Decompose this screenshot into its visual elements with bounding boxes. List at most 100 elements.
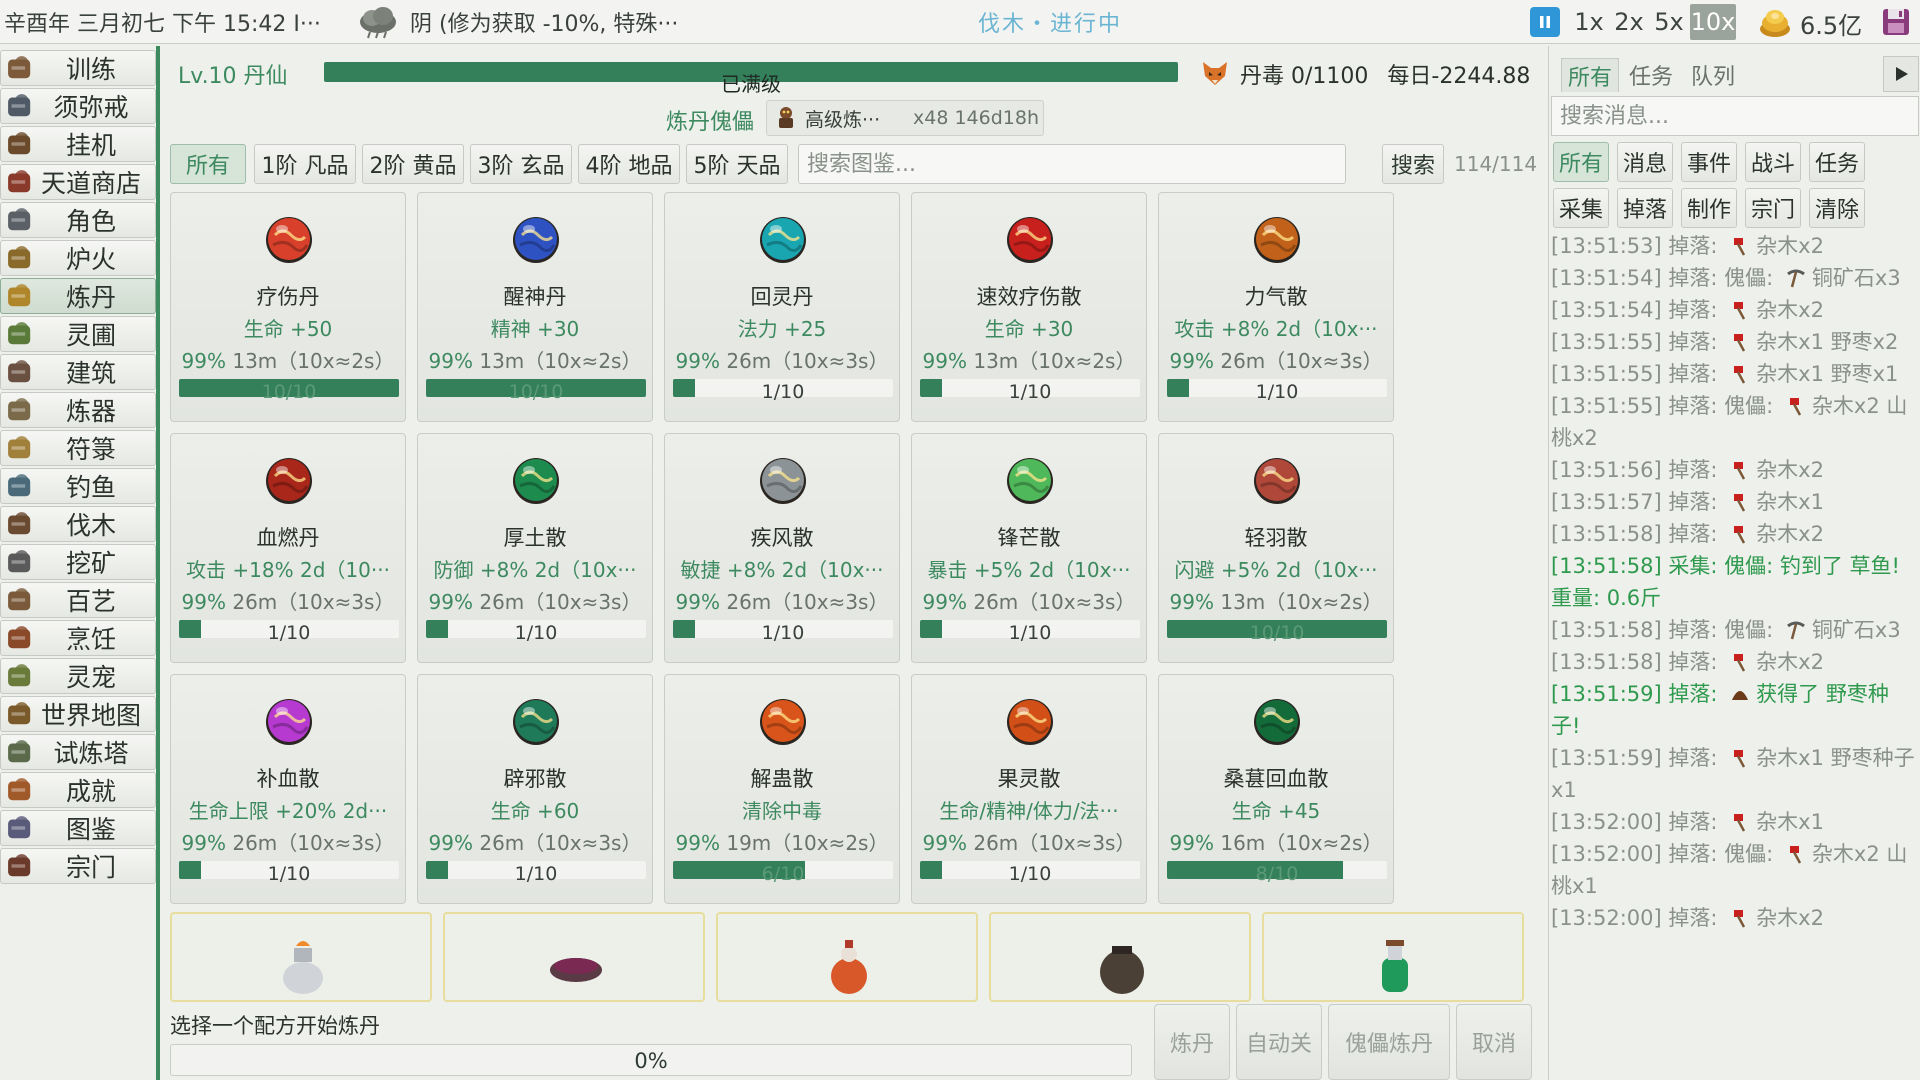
tier-tab-5[interactable]: 5阶 天品 (686, 144, 788, 184)
tier-tab-all[interactable]: 所有 (170, 144, 246, 184)
sidebar-item-5[interactable]: 炉火 (0, 240, 156, 276)
log-filter-chip[interactable]: 采集 (1553, 188, 1609, 228)
red-axe-icon (1786, 841, 1806, 864)
log-filter-chip[interactable]: 所有 (1553, 142, 1609, 182)
furnace-slot[interactable] (170, 912, 432, 1002)
log-tab-queue[interactable]: 队列 (1685, 58, 1741, 92)
cloud-icon (356, 4, 400, 40)
recipe-name: 果灵散 (997, 767, 1061, 791)
recipe-stats: 99% 13m（10x≈2s） (426, 345, 644, 374)
recipe-duration: 16m（10x≈2s） (1220, 831, 1383, 855)
recipe-card[interactable]: 疾风散 敏捷 +8% 2d（10x··· 99% 26m（10x≈3s） 1/10 (664, 433, 900, 663)
recipe-effect: 生命 +45 (1231, 799, 1321, 823)
flame-pill-icon (263, 454, 315, 506)
furnace-slot[interactable] (443, 912, 705, 1002)
sidebar-item-10[interactable]: 符箓 (0, 430, 156, 466)
recipe-search-button[interactable]: 搜索 (1382, 144, 1444, 184)
sidebar-item-14[interactable]: 百艺 (0, 582, 156, 618)
recipe-card[interactable]: 速效疗伤散 生命 +30 99% 13m（10x≈2s） 1/10 (911, 192, 1147, 422)
speed-1x-button[interactable]: 1x (1570, 4, 1608, 40)
sidebar-item-16[interactable]: 灵宠 (0, 658, 156, 694)
recipe-card[interactable]: 桑葚回血散 生命 +45 99% 16m（10x≈2s） 8/10 (1158, 674, 1394, 904)
tier-tab-4[interactable]: 4阶 地品 (578, 144, 680, 184)
recipe-search-input[interactable] (798, 144, 1346, 184)
sidebar-item-18[interactable]: 试炼塔 (0, 734, 156, 770)
sidebar-item-2[interactable]: 挂机 (0, 126, 156, 162)
log-search-input[interactable] (1551, 96, 1919, 136)
furnace-slot[interactable] (989, 912, 1251, 1002)
recipe-stats: 99% 26m（10x≈3s） (920, 586, 1138, 615)
log-filter-chip[interactable]: 宗门 (1745, 188, 1801, 228)
sidebar-item-8[interactable]: 建筑 (0, 354, 156, 390)
log-filter-chip[interactable]: 任务 (1809, 142, 1865, 182)
log-entry-text: [13:51:55] 掉落: (1551, 330, 1725, 354)
save-icon[interactable] (1880, 6, 1912, 38)
speed-10x-button[interactable]: 10x (1690, 4, 1736, 40)
sidebar-item-3[interactable]: 天道商店 (0, 164, 156, 200)
log-filter-chip[interactable]: 制作 (1681, 188, 1737, 228)
message-log-panel: 所有 任务 队列 所有消息事件战斗任务采集掉落制作宗门清除 [13:51:53]… (1548, 46, 1920, 1080)
recipe-card[interactable]: 锋芒散 暴击 +5% 2d（10x··· 99% 26m（10x≈3s） 1/10 (911, 433, 1147, 663)
recipe-card[interactable]: 解蛊散 清除中毒 99% 19m（10x≈2s） 6/10 (664, 674, 900, 904)
recipe-name: 补血散 (256, 767, 320, 791)
seed-icon (1730, 681, 1750, 701)
log-entry: [13:51:55] 掉落: 杂木x1 野枣x1 (1551, 358, 1917, 390)
sidebar-item-4[interactable]: 角色 (0, 202, 156, 238)
sidebar-item-7[interactable]: 灵圃 (0, 316, 156, 352)
tier-tab-2[interactable]: 2阶 黄品 (362, 144, 464, 184)
log-entry-text: [13:51:58] 掉落: (1551, 650, 1725, 674)
recipe-card[interactable]: 疗伤丹 生命 +50 99% 13m（10x≈2s） 10/10 (170, 192, 406, 422)
furnace-slot[interactable] (716, 912, 978, 1002)
log-entry: [13:52:00] 掉落: 杂木x1 (1551, 806, 1917, 838)
cancel-button[interactable]: 取消 (1456, 1004, 1532, 1080)
log-tab-tasks[interactable]: 任务 (1623, 58, 1679, 92)
sidebar-item-9[interactable]: 炼器 (0, 392, 156, 428)
recipe-card[interactable]: 力气散 攻击 +8% 2d（10x··· 99% 26m（10x≈3s） 1/10 (1158, 192, 1394, 422)
sidebar-item-15[interactable]: 烹饪 (0, 620, 156, 656)
collapse-panel-button[interactable] (1883, 56, 1919, 92)
recipe-card[interactable]: 轻羽散 闪避 +5% 2d（10x··· 99% 13m（10x≈2s） 10/10 (1158, 433, 1394, 663)
speed-5x-button[interactable]: 5x (1650, 4, 1688, 40)
log-filter-chip[interactable]: 消息 (1617, 142, 1673, 182)
tier-tab-1[interactable]: 1阶 凡品 (254, 144, 356, 184)
sidebar-item-20[interactable]: 图鉴 (0, 810, 156, 846)
log-entry-text: [13:51:59] 掉落: (1551, 682, 1725, 706)
furnace-slot[interactable] (1262, 912, 1524, 1002)
sidebar-item-0[interactable]: 训练 (0, 50, 156, 86)
pause-button[interactable] (1530, 7, 1560, 37)
log-entry: [13:51:58] 掉落: 杂木x2 (1551, 518, 1917, 550)
recipe-card[interactable]: 厚土散 防御 +8% 2d（10x··· 99% 26m（10x≈3s） 1/10 (417, 433, 653, 663)
sidebar-item-label: 训练 (65, 55, 116, 84)
tier-tab-3[interactable]: 3阶 玄品 (470, 144, 572, 184)
sidebar-item-13[interactable]: 挖矿 (0, 544, 156, 580)
log-filter-chip[interactable]: 事件 (1681, 142, 1737, 182)
sidebar-item-1[interactable]: 须弥戒 (0, 88, 156, 124)
auto-toggle-button[interactable]: 自动关 (1236, 1004, 1322, 1080)
log-tab-all[interactable]: 所有 (1561, 58, 1620, 92)
sidebar-item-11[interactable]: 钓鱼 (0, 468, 156, 504)
recipe-mastery-text: 1/10 (1008, 863, 1052, 885)
recipe-card[interactable]: 辟邪散 生命 +60 99% 26m（10x≈3s） 1/10 (417, 674, 653, 904)
log-filter-chip[interactable]: 掉落 (1617, 188, 1673, 228)
recipe-card[interactable]: 醒神丹 精神 +30 99% 13m（10x≈2s） 10/10 (417, 192, 653, 422)
puppet-alchemy-button[interactable]: 傀儡炼丹 (1328, 1004, 1450, 1080)
puppet-slot[interactable]: 高级炼··· x48 146d18h (766, 100, 1044, 136)
recipe-effect: 精神 +30 (490, 317, 580, 341)
log-entry-text: [13:51:58] 掉落: (1551, 522, 1725, 546)
log-entry-text: [13:51:57] 掉落: (1551, 490, 1725, 514)
sidebar-item-6[interactable]: 炼丹 (0, 278, 156, 314)
recipe-card[interactable]: 果灵散 生命/精神/体力/法··· 99% 26m（10x≈3s） 1/10 (911, 674, 1147, 904)
sidebar-item-17[interactable]: 世界地图 (0, 696, 156, 732)
speed-2x-button[interactable]: 2x (1610, 4, 1648, 40)
sidebar-item-12[interactable]: 伐木 (0, 506, 156, 542)
recipe-card[interactable]: 血燃丹 攻击 +18% 2d（10··· 99% 26m（10x≈3s） 1/10 (170, 433, 406, 663)
log-filter-chip[interactable]: 清除 (1809, 188, 1865, 228)
sidebar-item-19[interactable]: 成就 (0, 772, 156, 808)
sidebar-item-21[interactable]: 宗门 (0, 848, 156, 884)
recipe-card[interactable]: 补血散 生命上限 +20% 2d··· 99% 26m（10x≈3s） 1/10 (170, 674, 406, 904)
recipe-duration: 13m（10x≈2s） (232, 349, 395, 373)
start-alchemy-button[interactable]: 炼丹 (1154, 1004, 1230, 1080)
recipe-card[interactable]: 回灵丹 法力 +25 99% 26m（10x≈3s） 1/10 (664, 192, 900, 422)
log-filter-chip[interactable]: 战斗 (1745, 142, 1801, 182)
play-arrow-icon (1896, 67, 1908, 81)
